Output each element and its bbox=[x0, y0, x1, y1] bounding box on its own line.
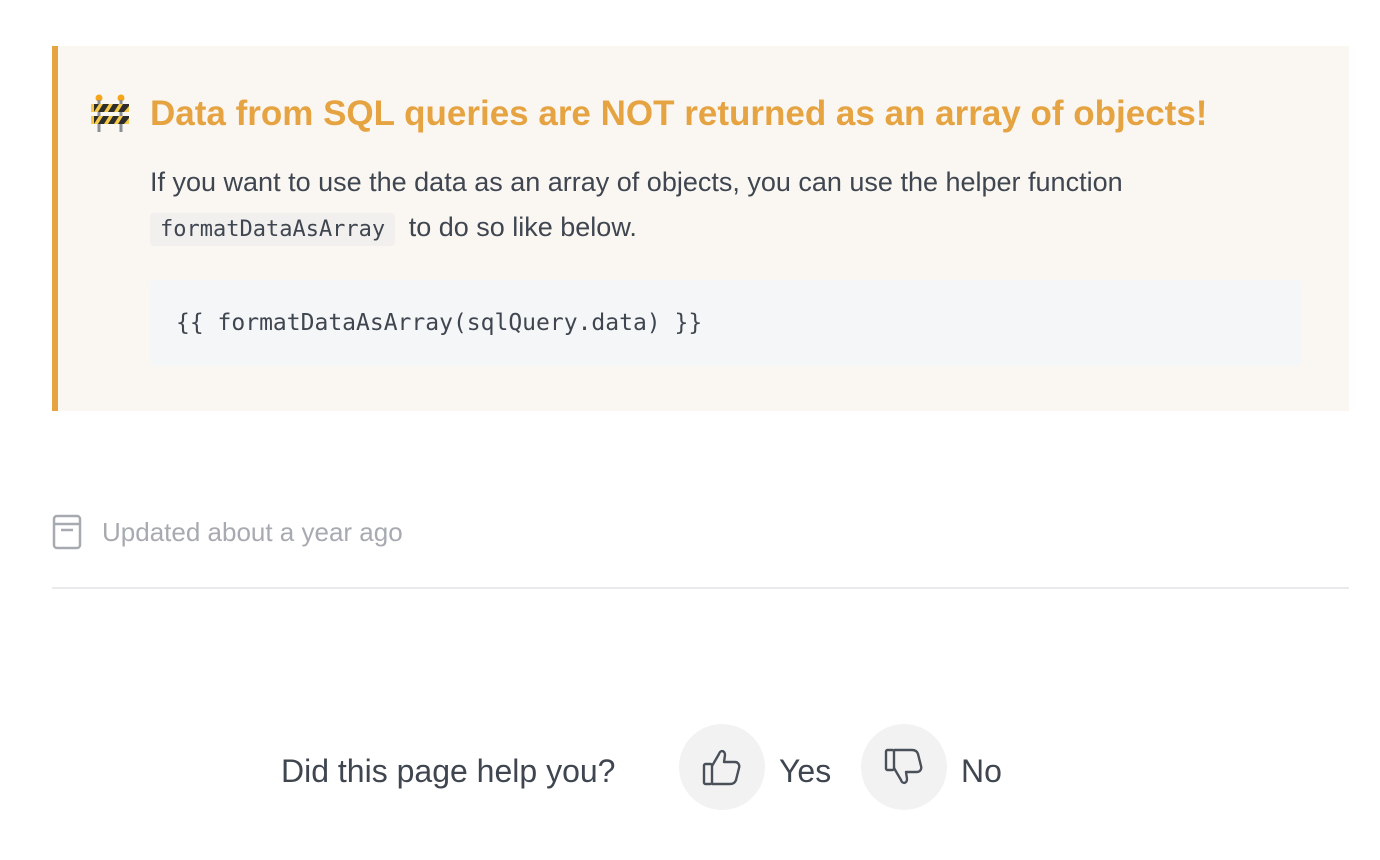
callout-title: Data from SQL queries are NOT returned a… bbox=[150, 94, 1208, 133]
code-block: {{ formatDataAsArray(sqlQuery.data) }} bbox=[150, 280, 1302, 366]
warning-callout: Data from SQL queries are NOT returned a… bbox=[52, 46, 1349, 411]
feedback-no-button[interactable] bbox=[861, 724, 947, 810]
callout-body-text-end: to do so like below. bbox=[408, 212, 637, 242]
thumbs-down-icon bbox=[881, 744, 927, 790]
callout-body: If you want to use the data as an array … bbox=[150, 160, 1290, 252]
code-block-text: {{ formatDataAsArray(sqlQuery.data) }} bbox=[176, 310, 703, 336]
callout-body-text: If you want to use the data as an array … bbox=[150, 167, 1123, 197]
thumbs-up-icon bbox=[699, 744, 745, 790]
divider bbox=[52, 587, 1349, 589]
feedback-yes-label[interactable]: Yes bbox=[779, 750, 831, 792]
inline-code: formatDataAsArray bbox=[150, 213, 396, 246]
feedback-question: Did this page help you? bbox=[281, 753, 616, 789]
feedback-yes-button[interactable] bbox=[679, 724, 765, 810]
feedback-no-label[interactable]: No bbox=[961, 750, 1002, 792]
updated-text: Updated about a year ago bbox=[102, 516, 403, 547]
construction-barrier-icon bbox=[90, 94, 130, 132]
document-icon bbox=[52, 514, 82, 550]
updated-info: Updated about a year ago bbox=[52, 514, 403, 550]
